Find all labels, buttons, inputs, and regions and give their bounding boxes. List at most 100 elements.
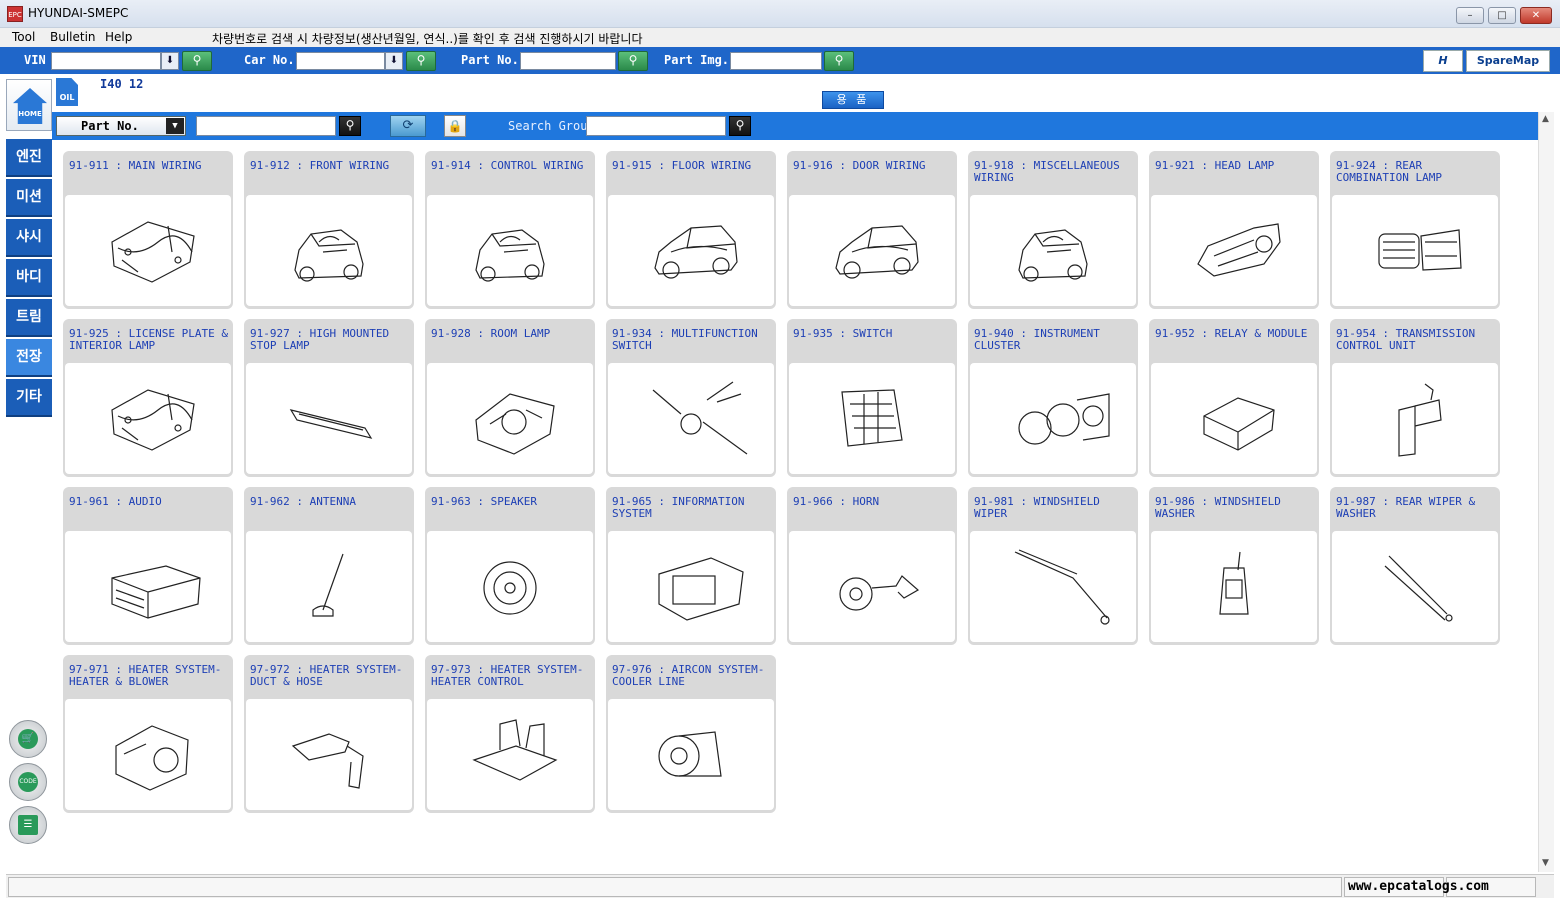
group-card-image[interactable]: [789, 531, 955, 642]
sidebar-item-transmission[interactable]: 미션: [6, 179, 52, 217]
group-card[interactable]: 91-911 : MAIN WIRING: [63, 151, 233, 309]
group-card[interactable]: 91-987 : REAR WIPER & WASHER: [1330, 487, 1500, 645]
sidebar-item-electrical[interactable]: 전장: [6, 339, 52, 377]
sidebar-item-engine[interactable]: 엔진: [6, 139, 52, 177]
vin-search-button[interactable]: ⚲: [182, 51, 212, 71]
car-no-search-button[interactable]: ⚲: [406, 51, 436, 71]
group-card[interactable]: 91-961 : AUDIO: [63, 487, 233, 645]
part-search-button[interactable]: ⚲: [339, 116, 361, 136]
group-card-image[interactable]: [1151, 195, 1317, 306]
group-card[interactable]: 91-918 : MISCELLANEOUS WIRING: [968, 151, 1138, 309]
car-no-dropdown-button[interactable]: ⬇: [385, 52, 403, 70]
group-card-image[interactable]: [608, 363, 774, 474]
sparemap-logo[interactable]: SpareMap: [1466, 50, 1550, 72]
group-card[interactable]: 97-971 : HEATER SYSTEM-HEATER & BLOWER: [63, 655, 233, 813]
group-card[interactable]: 97-972 : HEATER SYSTEM-DUCT & HOSE: [244, 655, 414, 813]
group-card[interactable]: 91-965 : INFORMATION SYSTEM: [606, 487, 776, 645]
group-card[interactable]: 91-915 : FLOOR WIRING: [606, 151, 776, 309]
refresh-button[interactable]: ⟳: [390, 115, 426, 137]
category-sidebar: HOME 엔진 미션 샤시 바디 트림 전장 기타 🛒 CODE ☰: [6, 75, 52, 875]
group-card-image[interactable]: [246, 363, 412, 474]
cart-button[interactable]: 🛒: [9, 720, 47, 758]
accessories-button[interactable]: 용 품: [822, 91, 884, 109]
notebook-button[interactable]: ☰: [9, 806, 47, 844]
menu-help[interactable]: Help: [105, 30, 132, 44]
group-card-image[interactable]: [1332, 531, 1498, 642]
group-card[interactable]: 91-952 : RELAY & MODULE: [1149, 319, 1319, 477]
group-card-image[interactable]: [608, 531, 774, 642]
home-button[interactable]: HOME: [6, 79, 52, 131]
group-card-image[interactable]: [65, 363, 231, 474]
search-mode-select[interactable]: Part No. ▼: [56, 116, 186, 136]
group-card-image[interactable]: [1332, 195, 1498, 306]
part-img-input[interactable]: [730, 52, 822, 70]
group-card-image[interactable]: [970, 531, 1136, 642]
menu-bulletin[interactable]: Bulletin: [50, 30, 96, 44]
scroll-up-icon[interactable]: ▲: [1542, 114, 1549, 124]
group-card-image[interactable]: [246, 531, 412, 642]
sidebar-item-chassis[interactable]: 샤시: [6, 219, 52, 257]
group-card[interactable]: 91-954 : TRANSMISSION CONTROL UNIT: [1330, 319, 1500, 477]
group-card-image[interactable]: [1332, 363, 1498, 474]
sidebar-item-trim[interactable]: 트림: [6, 299, 52, 337]
group-card[interactable]: 91-981 : WINDSHIELD WIPER: [968, 487, 1138, 645]
sidebar-item-etc[interactable]: 기타: [6, 379, 52, 417]
group-card[interactable]: 91-912 : FRONT WIRING: [244, 151, 414, 309]
search-group-input[interactable]: [586, 116, 726, 136]
maximize-button[interactable]: □: [1488, 7, 1516, 24]
group-card[interactable]: 91-935 : SWITCH: [787, 319, 957, 477]
scroll-down-icon[interactable]: ▼: [1542, 858, 1549, 868]
lock-button[interactable]: 🔒: [444, 115, 466, 137]
group-card[interactable]: 91-934 : MULTIFUNCTION SWITCH: [606, 319, 776, 477]
group-card[interactable]: 97-973 : HEATER SYSTEM-HEATER CONTROL: [425, 655, 595, 813]
group-card[interactable]: 91-966 : HORN: [787, 487, 957, 645]
group-card-image[interactable]: [65, 699, 231, 810]
car-no-input[interactable]: [296, 52, 385, 70]
group-card-image[interactable]: [789, 363, 955, 474]
group-card[interactable]: 91-921 : HEAD LAMP: [1149, 151, 1319, 309]
group-card[interactable]: 91-925 : LICENSE PLATE & INTERIOR LAMP: [63, 319, 233, 477]
vin-input[interactable]: [51, 52, 161, 70]
group-card-image[interactable]: [427, 531, 593, 642]
group-card-image[interactable]: [427, 363, 593, 474]
menu-tool[interactable]: Tool: [12, 30, 35, 44]
vertical-scrollbar[interactable]: ▲ ▼: [1538, 112, 1554, 872]
group-card-image[interactable]: [427, 699, 593, 810]
part-no-search-button[interactable]: ⚲: [618, 51, 648, 71]
group-card-image[interactable]: [427, 195, 593, 306]
part-no-input[interactable]: [520, 52, 616, 70]
group-card[interactable]: 91-940 : INSTRUMENT CLUSTER: [968, 319, 1138, 477]
group-card[interactable]: 91-963 : SPEAKER: [425, 487, 595, 645]
part-img-search-button[interactable]: ⚲: [824, 51, 854, 71]
code-button[interactable]: CODE: [9, 763, 47, 801]
hyundai-logo[interactable]: H: [1423, 50, 1463, 72]
group-card-title: 91-935 : SWITCH: [793, 327, 893, 340]
group-card-image[interactable]: [789, 195, 955, 306]
group-card[interactable]: 91-916 : DOOR WIRING: [787, 151, 957, 309]
group-card[interactable]: 91-927 : HIGH MOUNTED STOP LAMP: [244, 319, 414, 477]
group-card[interactable]: 97-976 : AIRCON SYSTEM-COOLER LINE: [606, 655, 776, 813]
group-card[interactable]: 91-962 : ANTENNA: [244, 487, 414, 645]
group-card-image[interactable]: [970, 363, 1136, 474]
sidebar-item-body[interactable]: 바디: [6, 259, 52, 297]
group-card-image[interactable]: [246, 195, 412, 306]
code-icon: CODE: [18, 772, 38, 792]
search-group-button[interactable]: ⚲: [729, 116, 751, 136]
group-card-image[interactable]: [608, 195, 774, 306]
group-card-image[interactable]: [1151, 363, 1317, 474]
group-card-title: 91-987 : REAR WIPER & WASHER: [1336, 495, 1476, 520]
group-card-image[interactable]: [246, 699, 412, 810]
group-card-image[interactable]: [65, 531, 231, 642]
vin-dropdown-button[interactable]: ⬇: [161, 52, 179, 70]
group-card[interactable]: 91-986 : WINDSHIELD WASHER: [1149, 487, 1319, 645]
group-card[interactable]: 91-924 : REAR COMBINATION LAMP: [1330, 151, 1500, 309]
part-search-input[interactable]: [196, 116, 336, 136]
minimize-button[interactable]: –: [1456, 7, 1484, 24]
group-card-image[interactable]: [1151, 531, 1317, 642]
close-button[interactable]: ✕: [1520, 7, 1552, 24]
group-card-image[interactable]: [608, 699, 774, 810]
group-card-image[interactable]: [970, 195, 1136, 306]
group-card-image[interactable]: [65, 195, 231, 306]
group-card[interactable]: 91-914 : CONTROL WIRING: [425, 151, 595, 309]
group-card[interactable]: 91-928 : ROOM LAMP: [425, 319, 595, 477]
